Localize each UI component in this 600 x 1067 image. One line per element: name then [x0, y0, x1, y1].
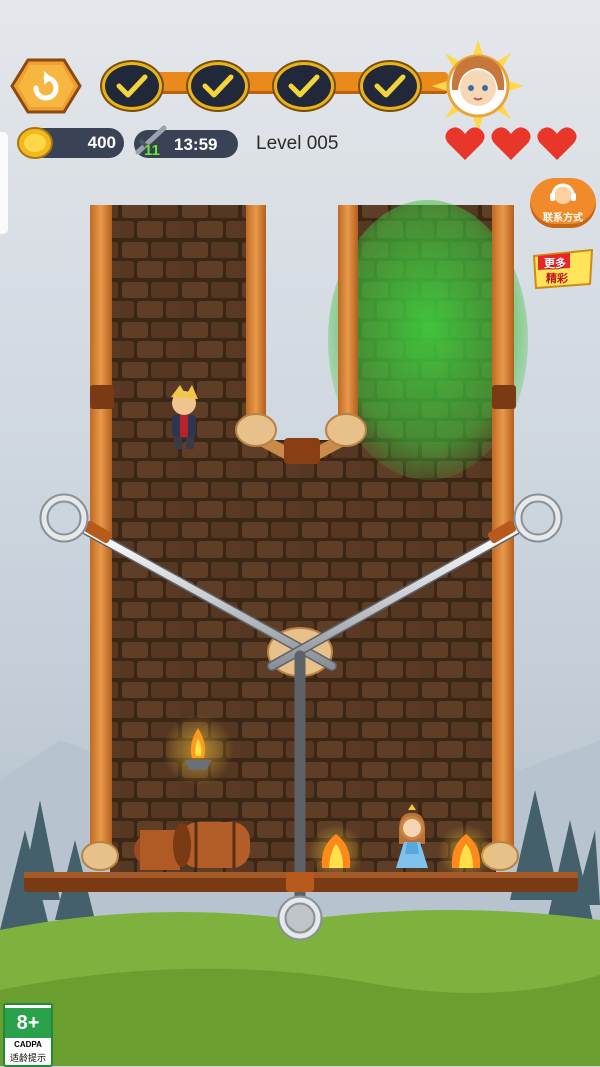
right-inner-plank	[338, 205, 358, 425]
headset-icon	[550, 183, 576, 204]
checkmark-icon	[288, 74, 320, 98]
more-games-line1: 更多	[544, 258, 566, 270]
checkmark-icon	[116, 74, 148, 98]
stage-node-1	[102, 62, 162, 110]
energy-count: 11	[144, 142, 160, 159]
energy-timer: 11 13:59	[134, 125, 238, 159]
age-rating-value: 8+	[5, 1008, 51, 1038]
heart-icon	[445, 127, 485, 160]
side-drawer-tab[interactable]	[0, 132, 8, 234]
coin-icon	[16, 126, 54, 160]
contact-label: 联系方式	[543, 213, 583, 224]
coin-value: 400	[87, 133, 116, 152]
age-rating-badge: 8+ CADPA 适龄提示	[3, 1003, 53, 1067]
contact-button[interactable]: 联系方式	[530, 178, 596, 228]
more-games-line2: 精彩	[546, 273, 568, 285]
checkmark-icon	[374, 74, 406, 98]
heart-icon	[491, 127, 531, 160]
stage-node-4	[360, 62, 420, 110]
restart-icon	[10, 58, 82, 114]
restart-button[interactable]	[10, 58, 82, 114]
more-games-button[interactable]: 更多 精彩	[530, 248, 596, 290]
timer-value: 13:59	[174, 135, 218, 154]
left-bracket	[90, 385, 114, 409]
age-rating-tip: 适龄提示	[9, 1053, 46, 1063]
stage-node-2	[188, 62, 248, 110]
heart-icon	[537, 127, 577, 160]
right-bracket	[492, 385, 516, 409]
checkmark-icon	[202, 74, 234, 98]
log-end-left	[81, 841, 119, 871]
level-label: Level 005	[256, 133, 339, 154]
left-inner-plank	[246, 205, 266, 425]
princess-portrait-goal	[432, 40, 524, 132]
age-rating-org: CADPA	[14, 1040, 42, 1049]
stage-node-3	[274, 62, 334, 110]
